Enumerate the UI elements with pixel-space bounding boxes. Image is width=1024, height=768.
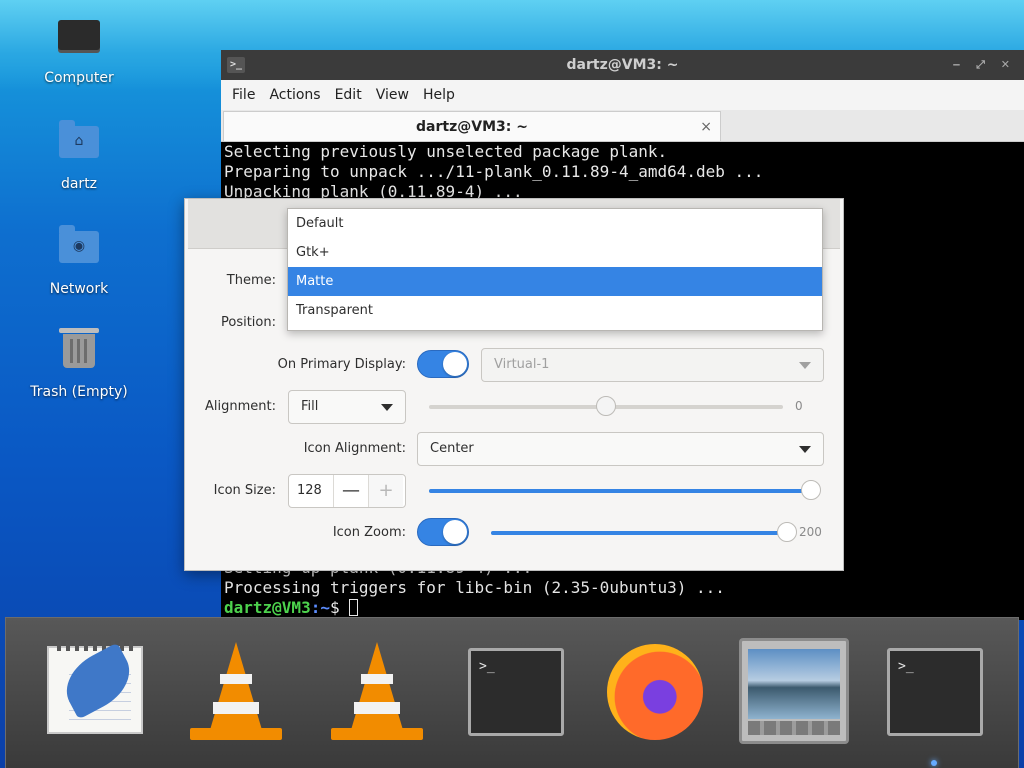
desktop-icon-computer[interactable]: Computer [19,14,139,86]
theme-dropdown-menu[interactable]: Default Gtk+ Matte Transparent [287,208,823,331]
switch-knob [443,520,467,544]
alignment-value: Fill [301,399,319,414]
close-icon[interactable]: × [700,112,712,142]
dock-item-vlc[interactable] [322,638,432,748]
desktop-icon-label: Trash (Empty) [30,384,128,400]
dock-item-text-editor[interactable] [40,638,150,748]
window-title: dartz@VM3: ~ [566,57,679,73]
alignment-select[interactable]: Fill [288,390,406,424]
slider-thumb[interactable] [801,480,821,500]
chevron-down-icon [381,404,393,411]
terminal-tabbar: dartz@VM3: ~ × [221,110,1024,142]
desktop-icon-network[interactable]: ◉ Network [19,225,139,297]
icon-alignment-select[interactable]: Center [417,432,824,466]
icon-size-spinner[interactable]: 128 — + [288,474,406,508]
primary-display-label: On Primary Display: [277,357,406,372]
desktop-icon-label: Network [49,281,109,297]
computer-icon [57,20,101,64]
dock-item-firefox[interactable] [600,638,710,748]
terminal-titlebar[interactable]: >_ dartz@VM3: ~ ‒ ⤢ ✕ [221,50,1024,80]
icon-alignment-label: Icon Alignment: [303,441,406,456]
photo-icon [739,638,849,744]
menu-help[interactable]: Help [416,87,462,103]
alignment-label: Alignment: [205,399,276,414]
prompt-user: dartz@VM3 [224,598,311,617]
slider-thumb[interactable] [596,396,616,416]
text-cursor [349,599,359,616]
icon-alignment-value: Center [430,441,474,456]
desktop-icon-home[interactable]: ⌂ dartz [19,120,139,192]
slider-thumb[interactable] [777,522,797,542]
menu-actions[interactable]: Actions [262,87,327,103]
terminal-icon: >_ [887,648,983,736]
icon-size-slider[interactable] [429,480,821,500]
desktop-icon-trash[interactable]: Trash (Empty) [19,328,139,400]
slider-fill [491,531,787,535]
offset-slider[interactable] [429,396,783,416]
switch-knob [443,352,467,376]
plank-dock: >_ >_ [5,617,1019,768]
menu-edit[interactable]: Edit [328,87,369,103]
terminal-line: Processing triggers for libc-bin (2.35-0… [224,578,725,597]
chevron-down-icon [799,446,811,453]
monitor-value: Virtual-1 [494,357,550,372]
increment-button[interactable]: + [368,475,403,507]
terminal-line: Preparing to unpack .../11-plank_0.11.89… [224,162,764,181]
running-indicator [931,760,937,766]
menu-view[interactable]: View [369,87,416,103]
position-label: Position: [221,315,276,330]
dock-item-vlc[interactable] [181,638,291,748]
menu-file[interactable]: File [225,87,262,103]
vlc-cone-icon [188,638,284,748]
theme-option-transparent[interactable]: Transparent [288,296,822,325]
desktop-icon-label: Computer [44,70,114,86]
window-controls[interactable]: ‒ ⤢ ✕ [953,50,1016,80]
dock-item-terminal[interactable]: >_ [880,638,990,748]
theme-option-matte[interactable]: Matte [288,267,822,296]
trash-icon [57,328,101,378]
theme-option-default[interactable]: Default [288,209,822,238]
desktop-icon-label: dartz [60,176,98,192]
terminal-icon: >_ [468,648,564,736]
decrement-button[interactable]: — [333,475,368,507]
primary-display-switch[interactable] [417,350,469,378]
tab-label: dartz@VM3: ~ [416,119,528,135]
vlc-cone-icon [329,638,425,748]
slider-fill [429,489,811,493]
icon-size-label: Icon Size: [213,483,276,498]
notepad-quill-icon [47,641,143,734]
icon-zoom-switch[interactable] [417,518,469,546]
terminal-menubar: File Actions Edit View Help [221,80,1024,110]
terminal-prompt: dartz@VM3:~$ [224,598,1021,618]
terminal-app-icon: >_ [227,57,245,73]
icon-zoom-value: 200 [799,525,822,539]
theme-label: Theme: [226,273,276,288]
dock-item-image-viewer[interactable] [739,638,849,748]
monitor-select[interactable]: Virtual-1 [481,348,824,382]
network-folder-icon: ◉ [57,225,101,275]
terminal-tab[interactable]: dartz@VM3: ~ × [223,111,721,141]
icon-zoom-label: Icon Zoom: [332,525,406,540]
icon-zoom-slider[interactable] [491,522,797,542]
dock-item-terminal[interactable]: >_ [461,638,571,748]
offset-value: 0 [795,399,803,413]
prompt-symbol: $ [329,598,350,617]
home-folder-icon: ⌂ [57,120,101,170]
firefox-icon [607,644,703,740]
theme-option-gtk[interactable]: Gtk+ [288,238,822,267]
icon-size-value[interactable]: 128 [289,475,333,507]
prompt-path: :~ [310,598,330,617]
chevron-down-icon [799,362,811,369]
terminal-line: Selecting previously unselected package … [224,142,668,161]
